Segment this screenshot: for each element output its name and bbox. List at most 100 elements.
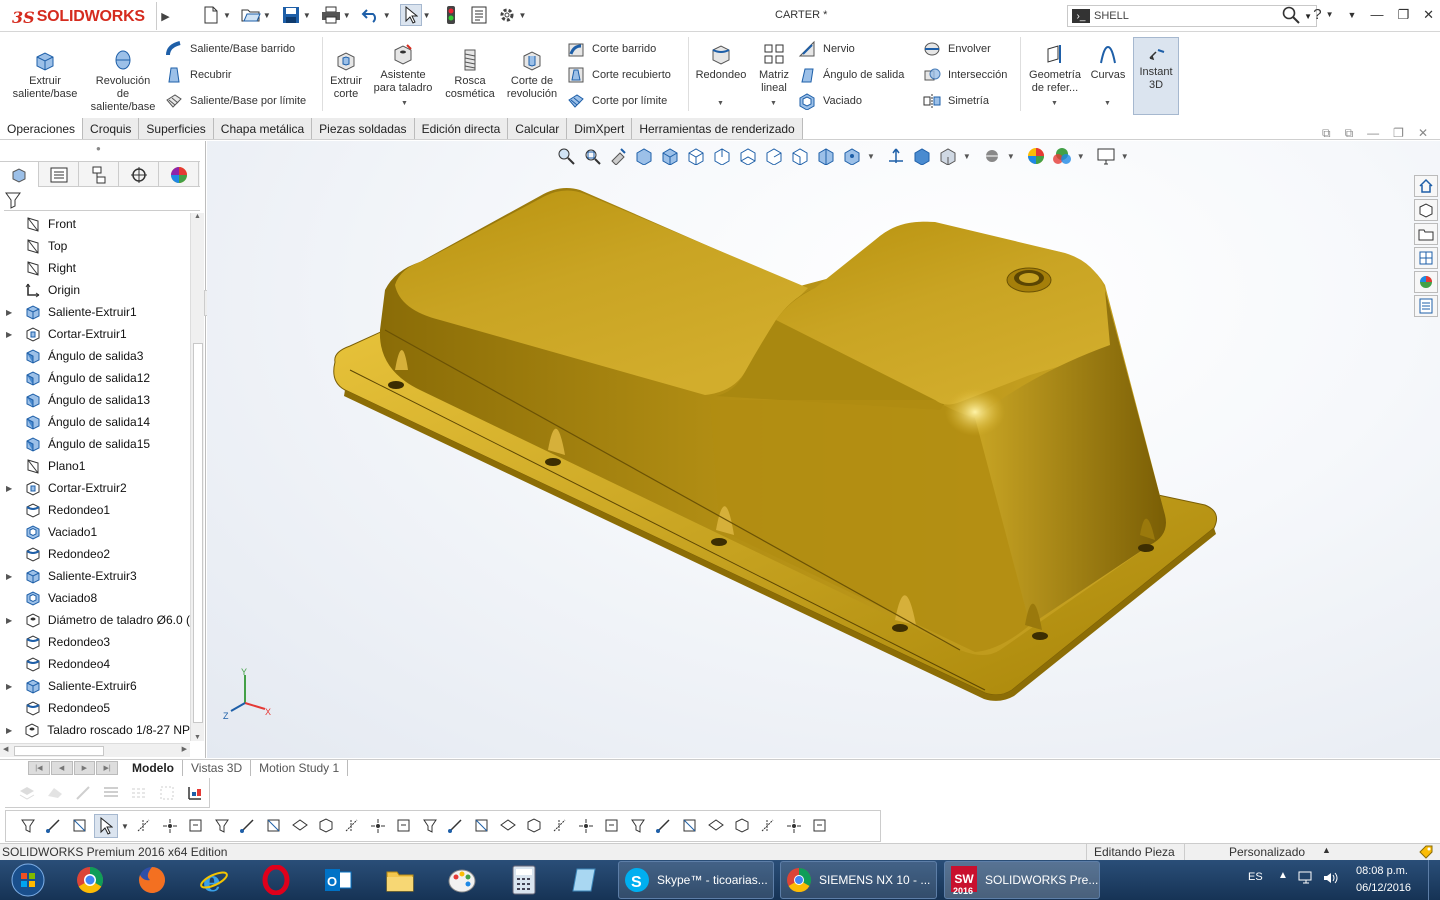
volume-icon[interactable]: [1322, 871, 1338, 888]
surface-filter-icon[interactable]: [210, 814, 234, 838]
scroll-up-icon[interactable]: ▲: [191, 213, 204, 220]
draft-button[interactable]: Ángulo de salida: [797, 64, 904, 86]
tab-item[interactable]: Chapa metálica: [213, 118, 313, 139]
filter-icon[interactable]: [16, 814, 40, 838]
custom-properties-icon[interactable]: [1414, 295, 1438, 317]
hide-edges-icon[interactable]: [155, 781, 179, 805]
revolve-cut-button[interactable]: Corte de revolución: [502, 47, 562, 101]
network-icon[interactable]: [1298, 871, 1314, 888]
clock-date[interactable]: 06/12/2016: [1356, 882, 1411, 894]
expand-arrow-icon[interactable]: ▶: [6, 572, 16, 581]
paint-taskbar-icon[interactable]: [442, 862, 482, 898]
dowel-pin-filter-icon[interactable]: [730, 814, 754, 838]
new-dropdown-icon[interactable]: ▼: [223, 11, 231, 20]
clock-time[interactable]: 08:08 p.m.: [1356, 865, 1408, 877]
select-dropdown-icon[interactable]: ▼: [423, 11, 431, 20]
appearances-scenes-icon[interactable]: [1414, 271, 1438, 293]
undo-icon[interactable]: [360, 4, 382, 26]
connection-point-filter-icon[interactable]: [756, 814, 780, 838]
carter-part-model[interactable]: [207, 141, 1440, 758]
snipping-tool-taskbar-icon[interactable]: [566, 862, 606, 898]
save-dropdown-icon[interactable]: ▼: [303, 11, 311, 20]
skype-taskbar-window[interactable]: S Skype™ - ticoarias...: [618, 861, 774, 899]
geometric-tolerance-filter-icon[interactable]: [548, 814, 572, 838]
tree-horizontal-scrollbar[interactable]: ◀ ▶: [0, 743, 190, 757]
tab-navigation-arrows[interactable]: |◀ ◀ ▶ ▶|: [28, 761, 118, 775]
search-dropdown-icon[interactable]: ▼: [1304, 12, 1312, 21]
search-box[interactable]: ›_ SHELL ▼: [1067, 5, 1317, 27]
expand-arrow-icon[interactable]: ▶: [6, 726, 16, 735]
axis-filter-icon[interactable]: [262, 814, 286, 838]
configuration-manager-tab[interactable]: [79, 162, 119, 187]
tree-item[interactable]: Vaciado8: [0, 587, 190, 609]
expand-arrow-icon[interactable]: ▶: [6, 682, 16, 691]
tree-filter[interactable]: [4, 191, 200, 211]
dimension-filter-icon[interactable]: [496, 814, 520, 838]
tree-item[interactable]: Ángulo de salida12: [0, 367, 190, 389]
vertex-filter-icon[interactable]: [132, 814, 156, 838]
print-dropdown-icon[interactable]: ▼: [343, 11, 351, 20]
hole-wizard-dropdown-icon[interactable]: ▼: [401, 100, 408, 107]
edge-dim-filter-icon[interactable]: [366, 814, 390, 838]
calculator-taskbar-icon[interactable]: [504, 862, 544, 898]
design-library-icon[interactable]: [1414, 199, 1438, 221]
tree-item[interactable]: Right: [0, 257, 190, 279]
filter-selection-icon[interactable]: [42, 814, 66, 838]
selection-filter-icon[interactable]: [68, 814, 92, 838]
intersect-button[interactable]: Intersección: [922, 64, 1007, 86]
tree-item[interactable]: Origin: [0, 279, 190, 301]
tree-item[interactable]: ▶ Diámetro de taladro Ø6.0 (: [0, 609, 190, 631]
tree-item[interactable]: Plano1: [0, 455, 190, 477]
options-gear-icon[interactable]: [496, 4, 518, 26]
solidworks-logo[interactable]: 3S SOLIDWORKS: [12, 4, 145, 30]
tree-item[interactable]: Ángulo de salida3: [0, 345, 190, 367]
tab-operaciones[interactable]: Operaciones: [0, 118, 84, 139]
display-manager-tab[interactable]: [159, 162, 199, 187]
show-hidden-icons-icon[interactable]: ▲: [1278, 870, 1288, 881]
scroll-left-icon[interactable]: ◀: [3, 745, 8, 753]
boundary-cut-button[interactable]: Corte por límite: [566, 90, 667, 112]
datum-target-filter-icon[interactable]: [652, 814, 676, 838]
instant3d-button[interactable]: Instant 3D: [1133, 37, 1179, 115]
solidworks-taskbar-window[interactable]: SW 2016 SOLIDWORKS Pre...: [944, 861, 1100, 899]
midpoint-filter-icon[interactable]: [418, 814, 442, 838]
scroll-down-icon[interactable]: ▼: [194, 734, 201, 741]
doc-minimize-button[interactable]: —: [1367, 126, 1379, 141]
center-mark-filter-icon[interactable]: [444, 814, 468, 838]
mid-surface-filter-icon[interactable]: [808, 814, 832, 838]
select-pointer-icon[interactable]: [399, 4, 422, 26]
tree-item[interactable]: Top: [0, 235, 190, 257]
file-properties-icon[interactable]: [468, 4, 490, 26]
tab-item[interactable]: Calcular: [508, 118, 568, 139]
firefox-taskbar-icon[interactable]: [132, 862, 172, 898]
line-color-icon[interactable]: [71, 781, 95, 805]
options-dropdown-icon[interactable]: ▼: [519, 11, 527, 20]
expand-arrow-icon[interactable]: ▶: [6, 308, 16, 317]
tree-item[interactable]: Vaciado1: [0, 521, 190, 543]
tree-item[interactable]: Front: [0, 213, 190, 235]
new-document-icon[interactable]: [200, 4, 222, 26]
file-explorer-taskbar-icon[interactable]: [380, 862, 420, 898]
tab-item[interactable]: DimXpert: [567, 118, 633, 139]
centerline-filter-icon[interactable]: [340, 814, 364, 838]
bottom-tab[interactable]: Vistas 3D: [183, 760, 252, 776]
filter-icon[interactable]: [4, 191, 22, 209]
tree-item[interactable]: Ángulo de salida14: [0, 411, 190, 433]
minimize-button[interactable]: —: [1370, 7, 1383, 22]
plane-filter-icon[interactable]: [288, 814, 312, 838]
layer-icon[interactable]: [15, 781, 39, 805]
tree-item[interactable]: Redondeo3: [0, 631, 190, 653]
help-button[interactable]: ?: [1313, 6, 1321, 23]
reference-geometry-button[interactable]: Geometría de refer...: [1024, 41, 1086, 95]
line-style-icon[interactable]: [127, 781, 151, 805]
centerline-icon[interactable]: [470, 814, 494, 838]
tree-item[interactable]: ▶ Saliente-Extruir3: [0, 565, 190, 587]
linear-pattern-button[interactable]: Matriz lineal: [754, 41, 794, 95]
tree-item[interactable]: Redondeo5: [0, 697, 190, 719]
note-filter-icon[interactable]: [574, 814, 598, 838]
datum-filter-icon[interactable]: [600, 814, 624, 838]
property-manager-tab[interactable]: [39, 162, 79, 187]
dimxpert-manager-tab[interactable]: [119, 162, 159, 187]
block-filter-icon[interactable]: [704, 814, 728, 838]
tree-vertical-scrollbar[interactable]: ▲ ▼: [190, 213, 204, 741]
